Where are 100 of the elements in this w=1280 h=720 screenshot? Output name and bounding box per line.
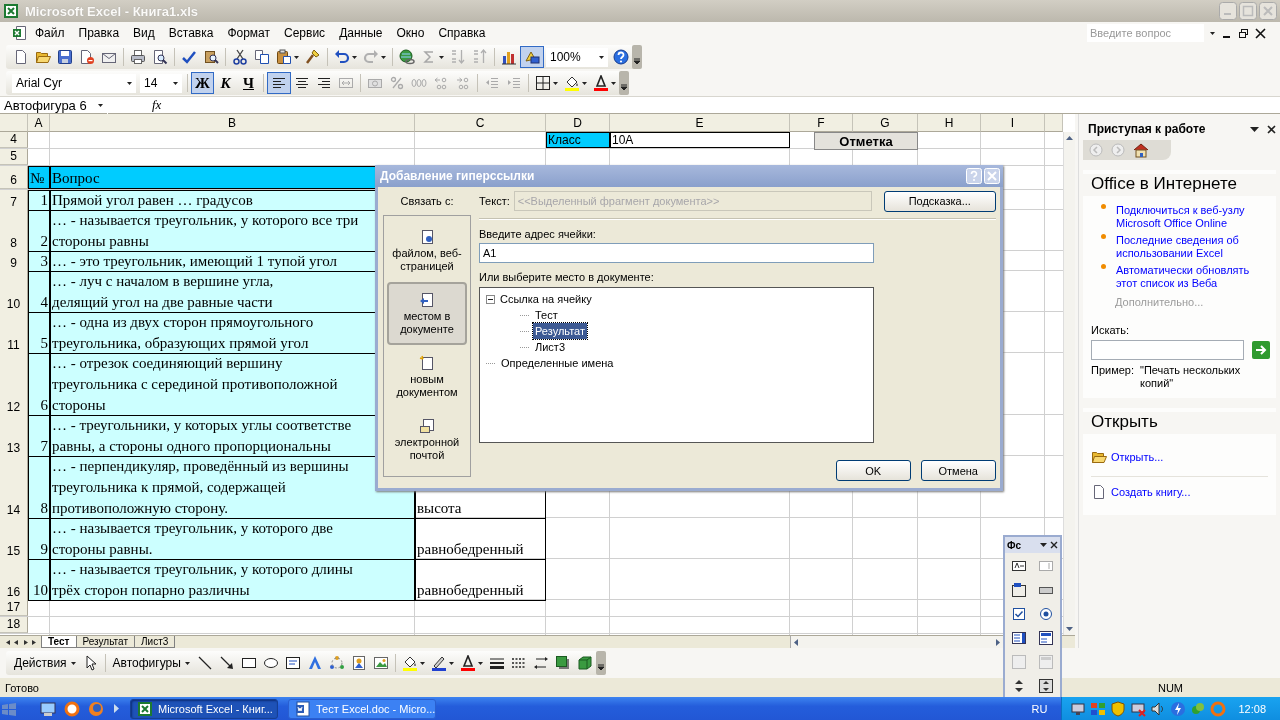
table-cell: 9 <box>28 518 50 560</box>
link[interactable]: Подключиться к веб-узлу Microsoft Office Online <box>1116 204 1266 230</box>
column-header[interactable]: F <box>790 114 853 132</box>
menu-item[interactable]: Окно <box>389 24 432 42</box>
name-box[interactable]: Автофигура 6 <box>0 96 108 114</box>
menu-item[interactable]: Вид <box>126 24 162 42</box>
menu-item[interactable]: Формат <box>220 24 278 42</box>
sheet-tab[interactable]: Лист3 <box>134 636 176 648</box>
link[interactable]: Последние сведения об использовании Excel <box>1116 234 1266 260</box>
menu-item[interactable]: Правка <box>71 24 127 42</box>
link-target-button[interactable]: файлом, веб-страницей <box>387 219 467 282</box>
link[interactable]: Открыть... <box>1111 450 1261 464</box>
example-label: Пример: <box>1091 364 1135 378</box>
row-header[interactable]: 17 <box>0 600 28 616</box>
question-text: … - перпендикуляр, проведённый из вершины треугольника к прямой, содержащей противоположную сторону. <box>52 457 349 518</box>
column-header[interactable]: B <box>50 114 415 132</box>
menu-item[interactable]: Вставка <box>161 24 221 42</box>
question-text: … - называется треугольник, у которого все три стороны равны <box>52 211 359 251</box>
window-title: Microsoft Excel - Книга1.xls <box>25 3 199 19</box>
insert-function-button[interactable]: fx <box>152 97 162 113</box>
link[interactable]: Автоматически обновлять этот список из Веба <box>1116 264 1266 290</box>
menu-item[interactable]: Справка <box>431 24 493 42</box>
tree-item[interactable]: Ссылка на ячейку <box>498 291 594 307</box>
language-indicator[interactable]: RU <box>1031 702 1048 715</box>
cancel-button[interactable]: Отмена <box>920 460 996 481</box>
link[interactable]: Создать книгу... <box>1111 485 1261 499</box>
tip-button[interactable]: Подсказка... <box>883 190 996 212</box>
toolbar-title: Фс <box>1007 539 1023 551</box>
address-field[interactable]: A1 <box>479 243 874 263</box>
status-text: Готово <box>5 681 39 694</box>
row-header[interactable]: 16 <box>0 559 28 601</box>
link-target-button[interactable]: электронной почтой <box>387 408 467 471</box>
row-header[interactable]: 11 <box>0 312 28 354</box>
zoom-box[interactable]: 100% <box>546 47 608 67</box>
table-cell: 3 <box>28 251 50 272</box>
mark-button[interactable]: Отметка <box>814 132 918 150</box>
help-search-field[interactable]: Введите вопрос <box>1087 24 1204 42</box>
row-header[interactable]: 4 <box>0 132 28 148</box>
taskbar-button[interactable]: Microsoft Excel - Книг... <box>130 698 278 719</box>
table-cell: 10А <box>610 132 790 148</box>
row-header[interactable]: 6 <box>0 166 28 189</box>
menu-item[interactable]: Файл <box>28 24 72 42</box>
link-target-button[interactable]: местом в документе <box>387 282 467 345</box>
link-target-button[interactable]: новым документом <box>387 345 467 408</box>
example-text: "Печать нескольких копий" <box>1140 364 1242 390</box>
table-cell: 8 <box>28 456 50 519</box>
underline-button[interactable]: Ч <box>237 72 260 94</box>
menu-item[interactable]: Сервис <box>277 24 333 42</box>
menu-item[interactable]: Данные <box>332 24 390 42</box>
font-size-box[interactable]: 14 <box>140 73 182 93</box>
column-header[interactable]: I <box>981 114 1045 132</box>
actions-menu[interactable]: Действия <box>10 656 80 670</box>
formula-bar[interactable]: Автофигура 6 fx <box>0 96 1280 114</box>
column-header[interactable]: G <box>853 114 918 132</box>
column-header[interactable]: D <box>546 114 610 132</box>
font-name-box[interactable]: Arial Cyr <box>12 73 136 93</box>
row-header[interactable]: 9 <box>0 251 28 272</box>
row-header[interactable]: 7 <box>0 190 28 211</box>
question-text: … - одна из двух сторон прямоугольного треугольника, образующих прямой угол <box>52 313 314 353</box>
tree-item[interactable]: Результат <box>533 323 588 339</box>
question-text: … - это треугольник, имеющий 1 тупой угол <box>52 252 338 271</box>
num-lock-indicator: NUM <box>1157 681 1183 694</box>
sheet-tab[interactable]: Результат <box>75 636 135 648</box>
link-to-label: Связать с: <box>399 194 455 209</box>
answer-cell: равнобедренный <box>415 518 546 560</box>
search-label: Искать: <box>1091 324 1131 336</box>
table-cell: 2 <box>28 210 50 252</box>
question-text: … - называется треугольник, у которого две стороны равны. <box>52 519 333 559</box>
row-header[interactable]: 10 <box>0 271 28 313</box>
question-text: … - отрезок соединяющий вершину треугольника с серединой противоположной стороны <box>52 354 338 415</box>
row-header[interactable]: 13 <box>0 415 28 457</box>
section-heading: Office в Интернете <box>1083 174 1276 196</box>
italic-button[interactable]: К <box>214 72 237 94</box>
column-header[interactable]: A <box>28 114 50 132</box>
question-text: … - луч с началом в вершине угла, делящий угол на две равные части <box>52 272 274 312</box>
tree-item[interactable]: Тест <box>533 307 560 323</box>
row-header[interactable]: 8 <box>0 210 28 252</box>
table-cell: 10 <box>28 559 50 601</box>
row-header[interactable]: 5 <box>0 149 28 165</box>
table-cell: 5 <box>28 312 50 354</box>
ok-button[interactable]: OK <box>835 460 911 481</box>
tree-item[interactable]: Лист3 <box>533 339 568 355</box>
column-header[interactable]: E <box>610 114 790 132</box>
task-pane-title: Приступая к работе <box>1088 122 1207 136</box>
autoshapes-menu[interactable]: Автофигуры <box>108 656 194 670</box>
column-header[interactable]: C <box>415 114 546 132</box>
taskbar-button[interactable]: Тест Excel.doc - Micro... <box>288 698 436 719</box>
text-label: Текст: <box>479 195 510 207</box>
bold-button[interactable]: Ж <box>191 72 214 94</box>
table-cell: 7 <box>28 415 50 457</box>
table-cell: 4 <box>28 271 50 313</box>
row-header[interactable]: 15 <box>0 518 28 560</box>
row-header[interactable]: 12 <box>0 353 28 416</box>
tree-item[interactable]: Определенные имена <box>499 355 616 371</box>
column-header[interactable]: H <box>918 114 981 132</box>
row-header[interactable]: 14 <box>0 456 28 519</box>
address-label: Введите адрес ячейки: <box>479 226 597 241</box>
row-header[interactable]: 18 <box>0 617 28 633</box>
place-tree[interactable]: Ссылка на ячейку Тест Результат Лист3 Определенные имена <box>479 287 874 443</box>
sheet-tab[interactable]: Тест <box>41 636 77 648</box>
